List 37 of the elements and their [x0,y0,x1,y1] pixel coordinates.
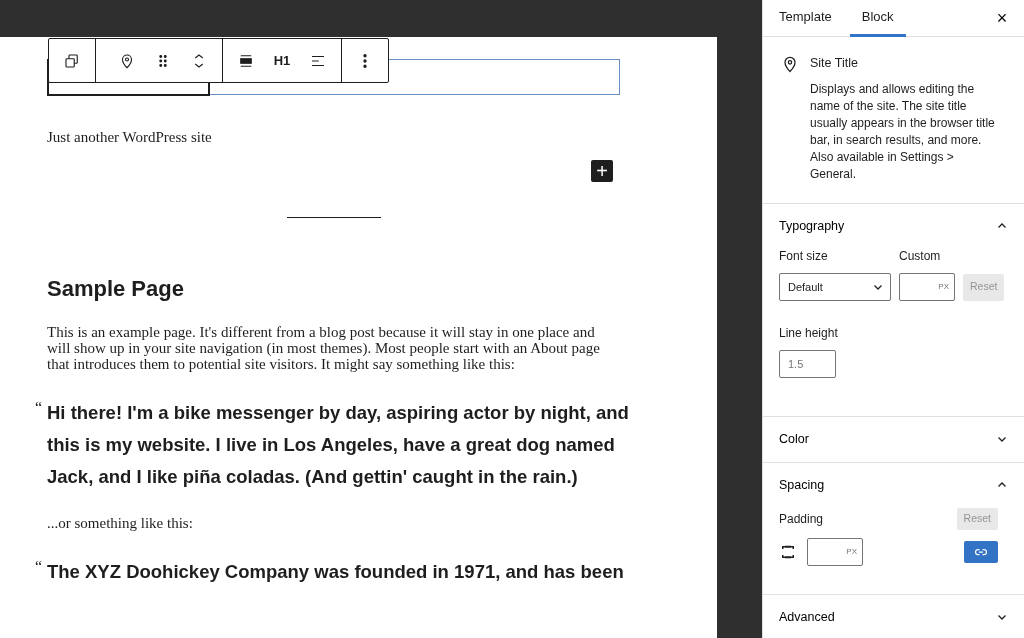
panel-header[interactable]: Color [779,416,1008,462]
line-height-input[interactable]: 1.5 [779,349,836,378]
sidebar-tab[interactable]: Template [767,0,844,37]
unit-input[interactable]: PX [807,537,863,566]
field-label: Custom [899,247,942,265]
unit-input[interactable]: PX [899,272,955,301]
block-title: Site Title [810,55,859,72]
panel-header[interactable]: Advanced [779,594,1008,638]
unit-label: PX [846,545,857,558]
block-description: Displays and allows editing the name of the site. The site title usually appears in the browser title bar, in search results, and more. Also available in Settings > General. [810,80,996,183]
panel-title: Color [779,430,809,448]
page-heading: Sample Page [47,276,185,302]
link-icon[interactable] [975,546,987,557]
field-label: Font size [779,247,829,265]
paragraph-text: ...or something like this: [47,515,194,531]
quote-text: Hi there! I'm a bike messenger by day, aspiring actor by night, and this is my website. I live in Los Angeles, have a great dog named Jack, and I like piña coladas. (And gettin' caught in the rain.) [47,401,630,489]
quote-text: The XYZ Doohickey Company was founded in 1971, and has been [47,560,625,584]
font-size-select[interactable]: Default [779,272,891,301]
close-button[interactable]: × [980,0,1024,36]
heading-level-button[interactable]: H1 [265,42,299,79]
field-label: Padding [779,510,824,528]
field-label: Line height [779,324,839,342]
panel-header[interactable]: Spacing [779,462,1008,508]
add-block-button[interactable]: + [591,160,613,182]
duplicate-icon[interactable] [63,51,81,70]
tagline: Just another WordPress site [47,129,213,145]
quote-mark: “ [35,398,44,418]
sidebar-tab[interactable]: Block [849,0,906,37]
panel-title: Spacing [779,476,825,494]
panel-header[interactable]: Typography [779,203,1008,249]
quote-mark: “ [35,557,44,577]
select-value: Default [788,279,823,295]
panel-title: Advanced [779,608,835,626]
paragraph-text: This is an example page. It's different from a blog post because it will stay in one place and will show up in your site navigation (in most themes). Most people start with an About page that introduces them to potential site visitors. It might say something like this: [47,324,601,372]
panel-title: Typography [779,217,845,235]
link-sides-button[interactable] [964,540,998,563]
unit-label: PX [938,280,949,293]
